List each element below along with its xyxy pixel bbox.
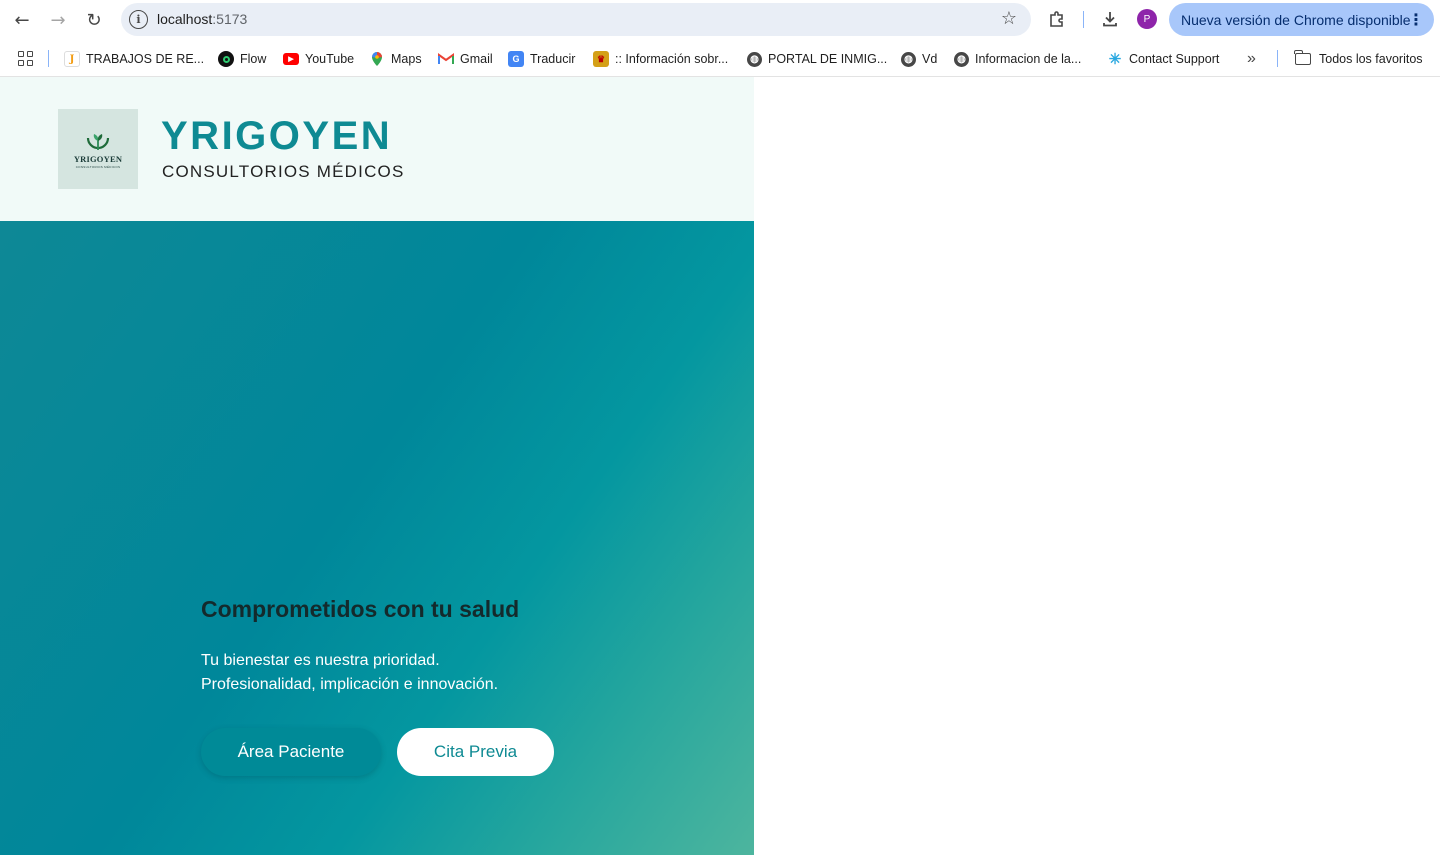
gmail-icon xyxy=(438,51,454,67)
download-icon[interactable] xyxy=(1098,7,1122,31)
page-viewport: YRIGOYEN CONSULTORIOS MÉDICOS YRIGOYEN C… xyxy=(0,77,1440,855)
puzzle-icon[interactable] xyxy=(1045,7,1069,31)
chrome-update-button[interactable]: Nueva versión de Chrome disponible ⋮ xyxy=(1169,3,1434,36)
hero-line-2: Profesionalidad, implicación e innovació… xyxy=(201,676,499,693)
browser-toolbar: ← → ↻ i localhost:5173 ☆ P Nueva versión… xyxy=(0,0,1440,39)
brand-tagline: CONSULTORIOS MÉDICOS xyxy=(162,162,405,181)
folder-icon xyxy=(1294,50,1311,65)
youtube-icon: ▶ xyxy=(283,53,299,65)
bookmark-item[interactable]: G Traducir xyxy=(508,50,575,68)
sparkle-icon: ✳ xyxy=(1108,51,1122,68)
flow-icon xyxy=(218,51,234,67)
toolbar-divider xyxy=(1083,11,1084,28)
chrome-update-label: Nueva versión de Chrome disponible xyxy=(1181,11,1411,28)
translate-icon: G xyxy=(508,51,524,67)
maps-icon xyxy=(369,51,385,67)
site-header: YRIGOYEN CONSULTORIOS MÉDICOS YRIGOYEN C… xyxy=(0,77,754,221)
bookmark-item[interactable]: ▶ YouTube xyxy=(283,50,354,68)
bookmark-item[interactable]: ♛ :: Información sobr... xyxy=(593,50,728,68)
hero-title: Comprometidos con tu salud xyxy=(201,596,520,622)
globe-icon: ◍ xyxy=(901,51,916,67)
star-icon[interactable]: ☆ xyxy=(1001,8,1017,29)
reload-icon[interactable]: ↻ xyxy=(81,7,107,33)
bookmarks-bar: J TRABAJOS DE RE... Flow ▶ YouTube Maps … xyxy=(0,39,1440,77)
all-bookmarks-button[interactable]: Todos los favoritos xyxy=(1294,50,1423,68)
globe-icon: ◍ xyxy=(747,51,762,67)
bookmark-item[interactable]: ◍ Vd xyxy=(901,50,937,68)
bookmark-item[interactable]: ◍ PORTAL DE INMIG... xyxy=(747,50,887,68)
bookmark-item[interactable]: Maps xyxy=(369,50,422,68)
apps-grid-icon[interactable] xyxy=(18,51,33,66)
address-bar[interactable]: i localhost:5173 ☆ xyxy=(121,3,1031,36)
arrow-back-icon[interactable]: ← xyxy=(9,7,35,33)
logo-sub: CONSULTORIOS MÉDICOS xyxy=(75,164,121,169)
bookmark-item[interactable]: ◍ Informacion de la... xyxy=(954,50,1081,68)
cita-previa-button[interactable]: Cita Previa xyxy=(397,728,554,776)
bookmark-item[interactable]: Flow xyxy=(218,50,266,68)
page-column: YRIGOYEN CONSULTORIOS MÉDICOS YRIGOYEN C… xyxy=(0,77,754,855)
bookmarks-divider xyxy=(48,50,49,67)
site-logo[interactable]: YRIGOYEN CONSULTORIOS MÉDICOS xyxy=(58,109,138,189)
globe-icon: ◍ xyxy=(954,51,969,67)
leaf-logo-icon xyxy=(86,133,110,150)
area-paciente-button[interactable]: Área Paciente xyxy=(201,728,381,776)
bookmarks-divider xyxy=(1277,50,1278,67)
logo-word: YRIGOYEN xyxy=(73,153,123,164)
info-icon[interactable]: i xyxy=(129,10,148,29)
brand-name: YRIGOYEN xyxy=(161,114,393,158)
hero-description: Tu bienestar es nuestra prioridad. Profe… xyxy=(201,649,601,697)
arrow-forward-icon[interactable]: → xyxy=(45,7,71,33)
j-logo-icon: J xyxy=(64,51,80,67)
url-text[interactable]: localhost:5173 xyxy=(157,11,247,27)
kebab-menu-icon[interactable]: ⋮ xyxy=(1408,10,1424,29)
profile-avatar[interactable]: P xyxy=(1137,9,1157,29)
crest-icon: ♛ xyxy=(593,51,609,67)
hero-line-1: Tu bienestar es nuestra prioridad. xyxy=(201,652,440,669)
more-bookmarks-button[interactable]: » xyxy=(1247,50,1256,68)
bookmark-item[interactable]: J TRABAJOS DE RE... xyxy=(64,50,204,68)
bookmark-item[interactable]: Gmail xyxy=(438,50,493,68)
hero-section: Comprometidos con tu salud Tu bienestar … xyxy=(0,221,754,855)
bookmark-item[interactable]: ✳ Contact Support xyxy=(1107,50,1220,68)
